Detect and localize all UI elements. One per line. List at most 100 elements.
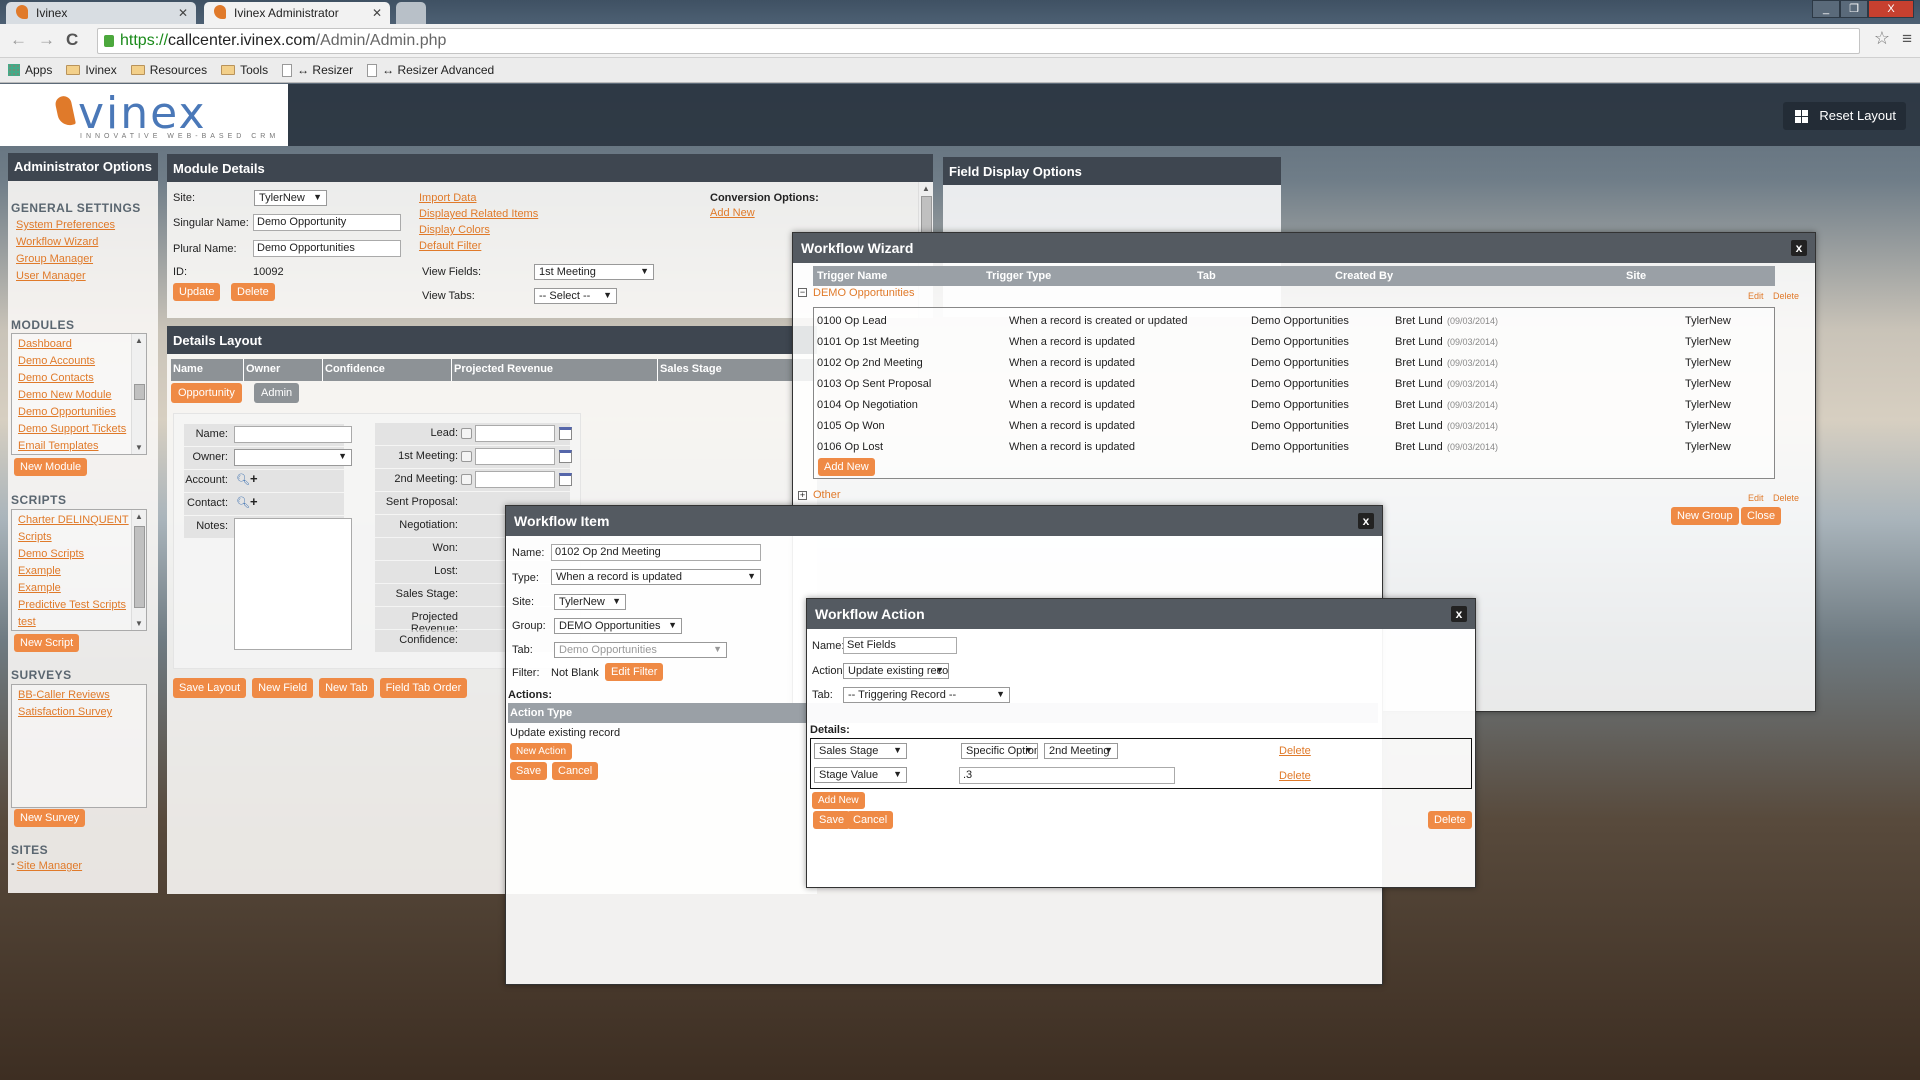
scripts-scrollbar[interactable]: ▲ ▼ xyxy=(131,510,146,630)
action-row[interactable]: Update existing record xyxy=(510,727,620,739)
trigger-name-input[interactable]: 0102 Op 2nd Meeting xyxy=(551,544,761,561)
reset-layout-button[interactable]: Reset Layout xyxy=(1783,102,1906,130)
close-window-button[interactable]: X xyxy=(1868,0,1914,18)
close-button[interactable]: Close xyxy=(1741,507,1782,525)
tab-admin[interactable]: Admin xyxy=(254,383,300,403)
view-fields-select[interactable]: 1st Meeting xyxy=(534,264,654,280)
cancel-button[interactable]: Cancel xyxy=(552,762,599,780)
script-item[interactable]: Example xyxy=(18,580,146,597)
group-delete-link[interactable]: Delete xyxy=(1773,291,1799,301)
detail-delete-link[interactable]: Delete xyxy=(1279,743,1311,760)
cancel-button[interactable]: Cancel xyxy=(847,811,894,829)
bookmark-resources[interactable]: Resources xyxy=(130,63,207,77)
back-arrow-icon[interactable]: ← xyxy=(10,30,27,50)
field-2nd-meeting[interactable]: 2nd Meeting: xyxy=(375,469,572,491)
detail-delete-link[interactable]: Delete xyxy=(1279,768,1311,785)
close-icon[interactable]: x xyxy=(1791,240,1807,256)
calendar-icon[interactable] xyxy=(559,427,572,440)
conversion-add-new-link[interactable]: Add New xyxy=(710,205,755,222)
url-input[interactable]: https://callcenter.ivinex.com/Admin/Admi… xyxy=(97,28,1860,54)
trigger-row[interactable]: 0101 Op 1st Meeting When a record is upda… xyxy=(814,333,1774,351)
action-name-input[interactable]: Set Fields xyxy=(843,637,957,654)
modules-list[interactable]: Dashboard Demo Accounts Demo Contacts De… xyxy=(11,333,147,455)
new-module-button[interactable]: New Module xyxy=(14,458,88,476)
singular-name-input[interactable]: Demo Opportunity xyxy=(253,214,401,231)
group-demo-opportunities[interactable]: DEMO Opportunities xyxy=(813,287,914,299)
link-site-manager[interactable]: Site Manager xyxy=(17,858,82,875)
new-tab-button[interactable] xyxy=(396,2,426,24)
link-display-colors[interactable]: Display Colors xyxy=(419,222,538,238)
trigger-row[interactable]: 0100 Op Lead When a record is created or … xyxy=(814,312,1774,330)
delete-button[interactable]: Delete xyxy=(231,283,275,301)
close-tab-icon[interactable]: ✕ xyxy=(178,6,188,20)
bookmark-resizer-advanced[interactable]: ↔ Resizer Advanced xyxy=(367,63,494,77)
link-user-manager[interactable]: User Manager xyxy=(16,268,115,285)
new-survey-button[interactable]: New Survey xyxy=(14,809,86,827)
bookmark-ivinex[interactable]: Ivinex xyxy=(66,63,117,77)
detail-field-select[interactable]: Stage Value xyxy=(814,767,907,783)
close-icon[interactable]: x xyxy=(1358,513,1374,529)
delete-action-button[interactable]: Delete xyxy=(1428,811,1472,829)
field-tab-order-button[interactable]: Field Tab Order xyxy=(379,678,468,698)
new-tab-button[interactable]: New Tab xyxy=(319,678,374,698)
forward-arrow-icon[interactable]: → xyxy=(38,30,55,50)
site-select[interactable]: TylerNew xyxy=(254,190,327,206)
trigger-row[interactable]: 0103 Op Sent Proposal When a record is up… xyxy=(814,375,1774,393)
add-new-detail-button[interactable]: Add New xyxy=(812,792,865,809)
close-icon[interactable]: x xyxy=(1451,606,1467,622)
group-other[interactable]: Other xyxy=(813,489,841,501)
plural-name-input[interactable]: Demo Opportunities xyxy=(253,240,401,257)
module-item[interactable]: Dashboard xyxy=(18,336,146,353)
expand-icon[interactable]: + xyxy=(798,491,807,500)
trigger-row[interactable]: 0102 Op 2nd Meeting When a record is upda… xyxy=(814,354,1774,372)
action-type-select[interactable]: Update existing record xyxy=(843,663,949,679)
link-group-manager[interactable]: Group Manager xyxy=(16,251,115,268)
link-import-data[interactable]: Import Data xyxy=(419,190,538,206)
group-edit-link[interactable]: Edit xyxy=(1748,291,1764,301)
trigger-type-select[interactable]: When a record is updated xyxy=(551,569,761,585)
survey-item[interactable]: Satisfaction Survey xyxy=(18,704,146,721)
ivinex-logo[interactable]: vinex INNOVATIVE WEB-BASED CRM xyxy=(0,84,288,146)
minimize-button[interactable]: _ xyxy=(1812,0,1840,18)
module-item[interactable]: Demo Contacts xyxy=(18,370,146,387)
view-tabs-select[interactable]: -- Select -- xyxy=(534,288,617,304)
trigger-group-select[interactable]: DEMO Opportunities xyxy=(554,618,682,634)
surveys-list[interactable]: BB-Caller Reviews Satisfaction Survey xyxy=(11,684,147,808)
calendar-icon[interactable] xyxy=(559,450,572,463)
survey-item[interactable]: BB-Caller Reviews xyxy=(18,687,146,704)
edit-filter-button[interactable]: Edit Filter xyxy=(605,663,664,681)
save-button[interactable]: Save xyxy=(510,762,548,780)
link-system-preferences[interactable]: System Preferences xyxy=(16,217,115,234)
link-default-filter[interactable]: Default Filter xyxy=(419,238,538,254)
trigger-site-select[interactable]: TylerNew xyxy=(554,594,626,610)
module-item[interactable]: Demo Accounts xyxy=(18,353,146,370)
detail-value-select[interactable]: 2nd Meeting xyxy=(1044,743,1118,759)
new-group-button[interactable]: New Group xyxy=(1671,507,1739,525)
script-item[interactable]: Example xyxy=(18,563,146,580)
new-field-button[interactable]: New Field xyxy=(252,678,314,698)
script-item[interactable]: test xyxy=(18,614,146,630)
reload-icon[interactable]: C xyxy=(66,30,78,50)
trigger-tab-select[interactable]: Demo Opportunities xyxy=(554,642,727,658)
modules-scrollbar[interactable]: ▲ ▼ xyxy=(131,334,146,454)
update-button[interactable]: Update xyxy=(173,283,221,301)
link-workflow-wizard[interactable]: Workflow Wizard xyxy=(16,234,115,251)
module-item[interactable]: Demo Support Tickets xyxy=(18,421,146,438)
trigger-row[interactable]: 0105 Op Won When a record is updated Demo … xyxy=(814,417,1774,435)
action-tab-select[interactable]: -- Triggering Record -- xyxy=(843,687,1010,703)
other-delete-link[interactable]: Delete xyxy=(1773,493,1799,503)
script-item[interactable]: Demo Scripts xyxy=(18,546,146,563)
new-script-button[interactable]: New Script xyxy=(14,634,80,652)
link-displayed-related-items[interactable]: Displayed Related Items xyxy=(419,206,538,222)
trigger-row[interactable]: 0104 Op Negotiation When a record is upda… xyxy=(814,396,1774,414)
field-lead[interactable]: Lead: xyxy=(375,423,572,445)
module-item[interactable]: Demo Opportunities xyxy=(18,404,146,421)
menu-icon[interactable]: ≡ xyxy=(1902,29,1912,49)
script-item[interactable]: Predictive Test Scripts xyxy=(18,597,146,614)
module-item[interactable]: Demo New Module xyxy=(18,387,146,404)
tab-opportunity[interactable]: Opportunity xyxy=(171,383,242,403)
new-action-button[interactable]: New Action xyxy=(510,743,573,760)
bookmark-tools[interactable]: Tools xyxy=(221,63,268,77)
bookmark-star-icon[interactable]: ☆ xyxy=(1874,28,1890,49)
collapse-icon[interactable]: − xyxy=(798,288,807,297)
